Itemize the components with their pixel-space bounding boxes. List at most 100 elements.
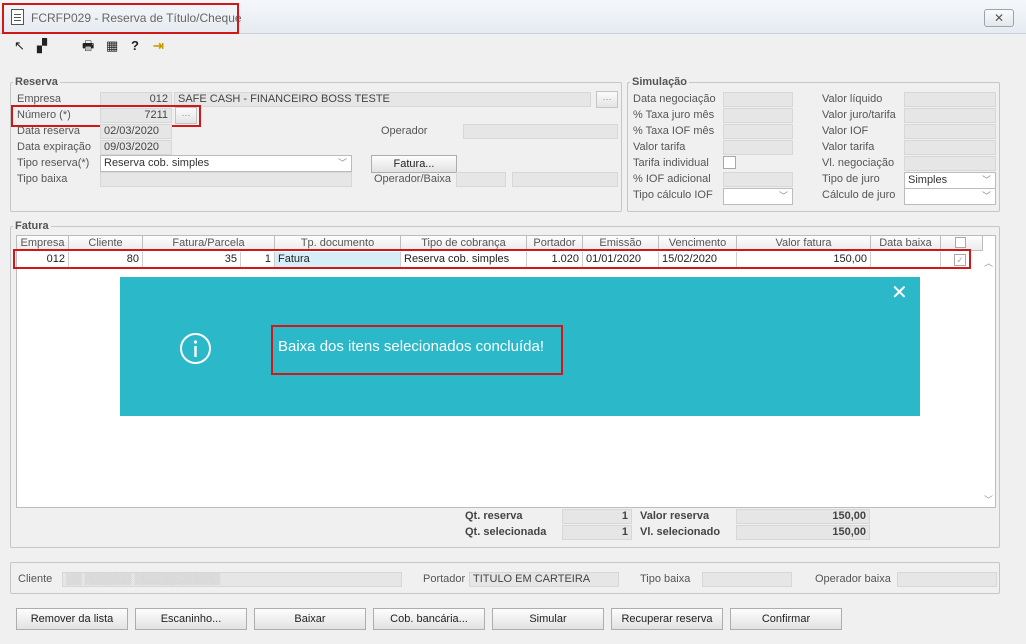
- qt-selecionada-field: 1: [562, 525, 632, 540]
- col-select-all[interactable]: [941, 236, 983, 251]
- print-icon[interactable]: 🖶: [82, 39, 94, 53]
- cell-fatura: 35: [143, 252, 241, 268]
- taxa-juro-field: [723, 108, 793, 123]
- empresa-label: Empresa: [17, 93, 62, 105]
- col-emissao[interactable]: Emissão: [583, 236, 659, 251]
- cell-vencimento: 15/02/2020: [659, 252, 737, 268]
- numero-field[interactable]: 7211: [100, 108, 172, 123]
- data-reserva-label: Data reserva: [17, 125, 80, 137]
- data-expiracao-label: Data expiração: [17, 141, 91, 153]
- tipo-baixa-label: Tipo baixa: [17, 173, 68, 185]
- col-empresa[interactable]: Empresa: [17, 236, 69, 251]
- calculo-de-juro-label: Cálculo de juro: [822, 189, 896, 201]
- valor-iof-label: Valor IOF: [822, 125, 869, 137]
- data-expiracao-field: 09/03/2020: [100, 140, 172, 155]
- tipo-reserva-select[interactable]: Reserva cob. simples ﹀: [100, 155, 352, 172]
- valor-liquido-field: [904, 92, 996, 107]
- escaninho-button[interactable]: Escaninho...: [135, 608, 247, 630]
- cell-parcela: 1: [241, 252, 275, 268]
- valor-juro-tarifa-label: Valor juro/tarifa: [822, 109, 896, 121]
- calculo-de-juro-select[interactable]: ﹀: [904, 188, 996, 205]
- chevron-down-icon: ﹀: [981, 191, 991, 201]
- iof-adicional-label: % IOF adicional: [633, 173, 711, 185]
- empresa-code-field[interactable]: 012: [100, 92, 172, 107]
- baixar-button[interactable]: Baixar: [254, 608, 366, 630]
- cell-tp-documento[interactable]: Fatura: [275, 252, 401, 268]
- tipo-calculo-iof-label: Tipo cálculo IOF: [633, 189, 713, 201]
- tipo-reserva-label: Tipo reserva(*): [17, 157, 90, 169]
- operador-baixa-footer-field: [897, 572, 997, 587]
- chevron-down-icon: ﹀: [337, 158, 347, 168]
- qt-reserva-field: 1: [562, 509, 632, 524]
- operador-baixa-label: Operador/Baixa: [374, 173, 452, 185]
- tipo-calculo-iof-select[interactable]: ﹀: [723, 188, 793, 205]
- cell-cliente: 80: [69, 252, 143, 268]
- chevron-down-icon: ﹀: [778, 191, 788, 201]
- cell-emissao: 01/01/2020: [583, 252, 659, 268]
- tipo-de-juro-label: Tipo de juro: [822, 173, 880, 185]
- col-vencimento[interactable]: Vencimento: [659, 236, 737, 251]
- numero-lookup-button[interactable]: ⋯: [175, 107, 197, 124]
- taxa-juro-label: % Taxa juro mês: [633, 109, 715, 121]
- notification-message: Baixa dos itens selecionados concluída!: [278, 338, 545, 355]
- col-valor-fatura[interactable]: Valor fatura: [737, 236, 871, 251]
- vl-negociacao-label: Vl. negociação: [822, 157, 895, 169]
- cell-data-baixa: [871, 252, 941, 268]
- scroll-up-icon[interactable]: ︿: [984, 256, 993, 269]
- vl-selecionado-label: Vl. selecionado: [640, 526, 721, 538]
- row-checkbox[interactable]: ✓: [954, 254, 966, 266]
- cliente-field: ▒▒ ▒▒▒▒▒▒ ▒▒▒▒▒▒▒▒▒▒▒: [62, 572, 402, 587]
- tipo-de-juro-value: Simples: [908, 174, 948, 186]
- col-portador[interactable]: Portador: [527, 236, 583, 251]
- fatura-legend: Fatura: [15, 220, 49, 232]
- col-data-baixa[interactable]: Data baixa: [871, 236, 941, 251]
- calculator-icon[interactable]: ▦: [106, 39, 118, 53]
- operador-baixa-code-field: [456, 172, 506, 187]
- fatura-button[interactable]: Fatura...: [371, 155, 457, 173]
- tipo-baixa-footer-field: [702, 572, 792, 587]
- tarifa-individual-label: Tarifa individual: [633, 157, 709, 169]
- taxa-iof-label: % Taxa IOF mês: [633, 125, 715, 137]
- tarifa-individual-checkbox[interactable]: [723, 156, 736, 169]
- cob-bancaria-button[interactable]: Cob. bancária...: [373, 608, 485, 630]
- numero-label: Número (*): [17, 109, 71, 121]
- close-icon[interactable]: ✕: [891, 281, 908, 305]
- select-all-checkbox[interactable]: [955, 237, 966, 248]
- exit-icon[interactable]: ⇥: [153, 39, 164, 53]
- windows-icon[interactable]: ▞: [37, 39, 47, 53]
- remover-da-lista-button[interactable]: Remover da lista: [16, 608, 128, 630]
- valor-tarifa-right-field: [904, 140, 996, 155]
- close-window-button[interactable]: ✕: [984, 9, 1014, 27]
- cell-tipo-cobranca: Reserva cob. simples: [401, 252, 527, 268]
- qt-selecionada-label: Qt. selecionada: [465, 526, 547, 538]
- valor-tarifa-field: [723, 140, 793, 155]
- help-icon[interactable]: ?: [131, 39, 139, 53]
- reserva-legend: Reserva: [15, 76, 58, 88]
- col-tipo-cobranca[interactable]: Tipo de cobrança: [401, 236, 527, 251]
- iof-adicional-field: [723, 172, 793, 187]
- cell-empresa: 012: [17, 252, 69, 268]
- document-icon: [11, 9, 24, 25]
- col-fatura-parcela[interactable]: Fatura/Parcela: [143, 236, 275, 251]
- data-negociacao-field: [723, 92, 793, 107]
- taxa-iof-field: [723, 124, 793, 139]
- back-icon[interactable]: ↖: [14, 39, 25, 53]
- tipo-baixa-field: [100, 172, 352, 187]
- col-tp-documento[interactable]: Tp. documento: [275, 236, 401, 251]
- empresa-name-field: SAFE CASH - FINANCEIRO BOSS TESTE: [174, 92, 591, 107]
- scroll-down-icon[interactable]: ﹀: [984, 493, 993, 506]
- recuperar-reserva-button[interactable]: Recuperar reserva: [611, 608, 723, 630]
- valor-reserva-field: 150,00: [736, 509, 870, 524]
- valor-liquido-label: Valor líquido: [822, 93, 883, 105]
- empresa-lookup-button[interactable]: ⋯: [596, 91, 618, 108]
- data-negociacao-label: Data negociação: [633, 93, 716, 105]
- simular-button[interactable]: Simular: [492, 608, 604, 630]
- qt-reserva-label: Qt. reserva: [465, 510, 523, 522]
- data-reserva-field: 02/03/2020: [100, 124, 172, 139]
- tipo-de-juro-select[interactable]: Simples ﹀: [904, 172, 996, 189]
- operador-baixa-footer-label: Operador baixa: [815, 573, 891, 585]
- valor-tarifa-label: Valor tarifa: [633, 141, 686, 153]
- valor-tarifa-right-label: Valor tarifa: [822, 141, 875, 153]
- confirmar-button[interactable]: Confirmar: [730, 608, 842, 630]
- col-cliente[interactable]: Cliente: [69, 236, 143, 251]
